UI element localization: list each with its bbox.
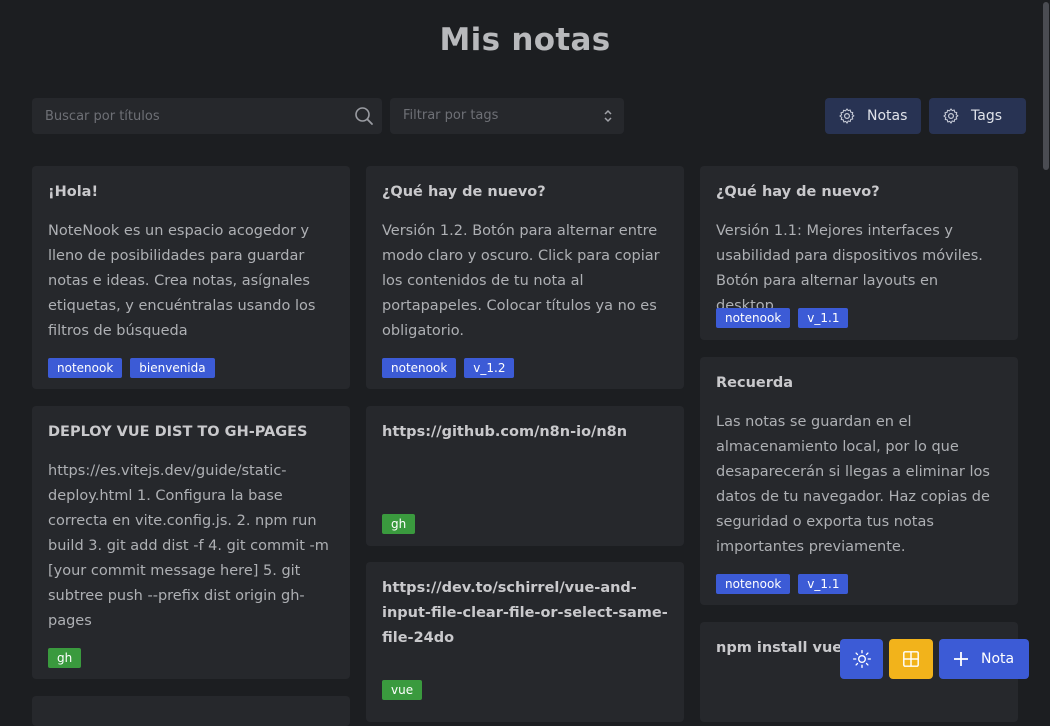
note-card[interactable]: https://dev.to/schirrel/vue-and-input-fi… [366, 562, 684, 722]
tag-badge[interactable]: v_1.2 [464, 358, 515, 378]
tag-filter-select[interactable]: Filtrar por tags [390, 98, 624, 134]
tag-badge[interactable]: vue [382, 680, 423, 700]
tags-settings-button[interactable]: Tags [929, 98, 1026, 134]
tag-filter-placeholder: Filtrar por tags [403, 108, 499, 123]
note-card[interactable] [32, 696, 350, 726]
new-note-button[interactable]: Nota [939, 639, 1029, 679]
scrollbar[interactable] [1042, 0, 1050, 700]
note-title: Recuerda [716, 375, 794, 391]
gear-icon [943, 108, 959, 124]
tag-badge[interactable]: notenook [716, 308, 791, 328]
tag-badge[interactable]: notenook [716, 574, 791, 594]
gear-icon [839, 108, 855, 124]
note-title: https://dev.to/schirrel/vue-and-input-fi… [382, 580, 668, 646]
scrollbar-thumb[interactable] [1043, 2, 1049, 170]
note-card[interactable]: https://github.com/n8n-io/n8n gh [366, 406, 684, 546]
search-icon[interactable] [354, 106, 374, 126]
note-body: Versión 1.2. Botón para alternar entre m… [382, 223, 660, 339]
notes-settings-button[interactable]: Notas [825, 98, 921, 134]
note-title: ¿Qué hay de nuevo? [716, 184, 880, 200]
tag-badge[interactable]: notenook [382, 358, 457, 378]
tag-badge[interactable]: v_1.1 [798, 308, 849, 328]
note-card[interactable]: ¿Qué hay de nuevo? Versión 1.2. Botón pa… [366, 166, 684, 389]
note-card[interactable]: DEPLOY VUE DIST TO GH-PAGES https://es.v… [32, 406, 350, 679]
tag-badge[interactable]: gh [48, 648, 82, 668]
note-title: https://github.com/n8n-io/n8n [382, 424, 628, 440]
search-box[interactable] [32, 98, 382, 134]
note-body: Versión 1.1: Mejores interfaces y usabil… [716, 223, 983, 314]
tag-badge[interactable]: gh [382, 514, 416, 534]
search-input[interactable] [32, 98, 342, 134]
note-card[interactable]: Recuerda Las notas se guardan en el alma… [700, 357, 1018, 605]
tag-badge[interactable]: notenook [48, 358, 123, 378]
page-title: Mis notas [439, 22, 611, 58]
note-body: https://es.vitejs.dev/guide/static-deplo… [48, 463, 329, 629]
theme-toggle-button[interactable] [840, 639, 883, 679]
note-card[interactable]: ¿Qué hay de nuevo? Versión 1.1: Mejores … [700, 166, 1018, 340]
notes-button-label: Notas [867, 108, 908, 124]
layout-toggle-button[interactable] [889, 639, 933, 679]
chevron-updown-icon [604, 109, 612, 123]
note-card[interactable]: ¡Hola! NoteNook es un espacio acogedor y… [32, 166, 350, 389]
plus-icon [954, 652, 968, 666]
note-body: NoteNook es un espacio acogedor y lleno … [48, 223, 316, 339]
new-note-label: Nota [981, 651, 1015, 667]
grid-icon [903, 651, 919, 667]
note-title: ¿Qué hay de nuevo? [382, 184, 546, 200]
note-title: ¡Hola! [48, 184, 99, 200]
sun-icon [852, 650, 871, 668]
note-title: DEPLOY VUE DIST TO GH-PAGES [48, 424, 308, 440]
note-body: Las notas se guardan en el almacenamient… [716, 414, 990, 555]
tags-button-label: Tags [971, 108, 1002, 124]
tag-badge[interactable]: bienvenida [130, 358, 215, 378]
tag-badge[interactable]: v_1.1 [798, 574, 849, 594]
